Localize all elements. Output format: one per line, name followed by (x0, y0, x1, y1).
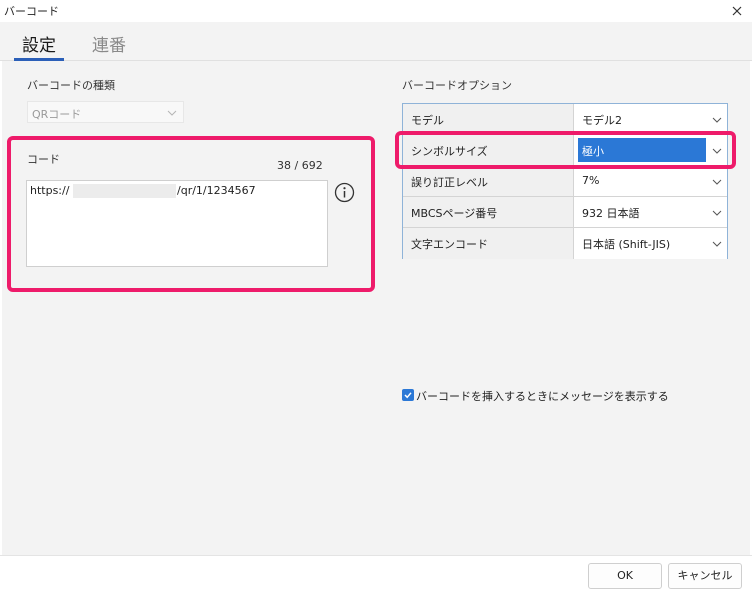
show-message-checkbox[interactable] (402, 389, 414, 401)
option-key-cell: 文字エンコード (403, 228, 574, 259)
code-highlight-box (7, 136, 375, 292)
option-key-cell: MBCSページ番号 (403, 197, 574, 227)
chevron-down-icon (712, 241, 722, 247)
option-key-cell: モデル (403, 104, 574, 134)
window-title: バーコード (4, 5, 59, 18)
tab-serial[interactable]: 連番 (92, 31, 126, 56)
option-row-encoding: 文字エンコード 日本語 (Shift-JIS) (403, 228, 727, 259)
option-value-model: モデル2 (582, 114, 622, 127)
tab-settings[interactable]: 設定 (22, 31, 56, 56)
barcode-type-label: バーコードの種類 (27, 79, 115, 92)
option-row-mbcs-page: MBCSページ番号 932 日本語 (403, 197, 727, 228)
tab-bar: 設定 連番 (0, 22, 752, 61)
chevron-down-icon (167, 110, 177, 116)
option-key-cell: 誤り訂正レベル (403, 166, 574, 196)
option-error-correction-select[interactable]: 7% (574, 166, 727, 196)
barcode-options-label: バーコードオプション (402, 79, 512, 92)
title-bar: バーコード (0, 0, 752, 22)
symbol-size-highlight-box (395, 131, 736, 169)
option-row-error-correction: 誤り訂正レベル 7% (403, 166, 727, 197)
barcode-type-select: QRコード (27, 101, 184, 123)
option-key-error-correction: 誤り訂正レベル (411, 176, 488, 189)
chevron-down-icon (712, 117, 722, 123)
option-key-model: モデル (411, 114, 444, 127)
option-key-mbcs-page: MBCSページ番号 (411, 207, 498, 220)
ok-button[interactable]: OK (588, 563, 662, 589)
option-mbcs-page-select[interactable]: 932 日本語 (574, 197, 727, 227)
barcode-type-value: QRコード (32, 108, 82, 121)
chevron-down-icon (712, 210, 722, 216)
close-button[interactable] (728, 2, 746, 20)
barcode-options-table: モデル モデル2 シンボルサイズ 極小 誤り訂正レベル 7% MBCSページ番号… (402, 103, 728, 259)
option-value-encoding: 日本語 (Shift-JIS) (582, 238, 671, 251)
close-icon (732, 6, 742, 16)
option-model-select[interactable]: モデル2 (574, 104, 727, 134)
option-key-encoding: 文字エンコード (411, 238, 488, 251)
checkmark-icon (404, 392, 412, 399)
show-message-label: バーコードを挿入するときにメッセージを表示する (416, 390, 669, 403)
option-value-mbcs-page: 932 日本語 (582, 207, 640, 220)
option-value-error-correction: 7% (582, 174, 600, 187)
option-encoding-select[interactable]: 日本語 (Shift-JIS) (574, 228, 727, 259)
cancel-button[interactable]: キャンセル (668, 563, 742, 589)
chevron-down-icon (712, 179, 722, 185)
